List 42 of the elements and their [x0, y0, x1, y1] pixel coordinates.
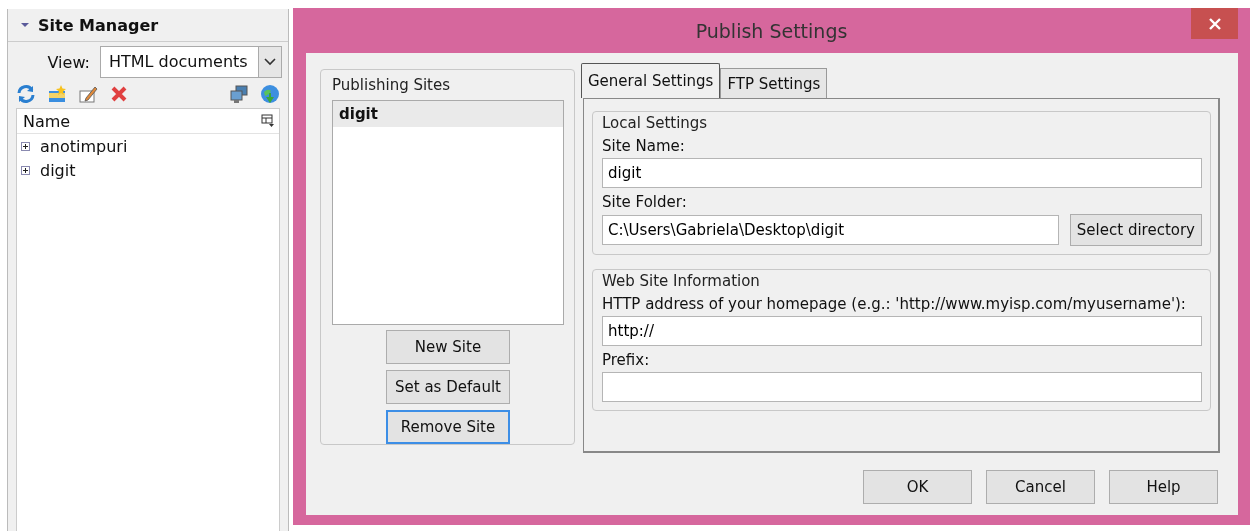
expand-box-icon[interactable] — [21, 141, 30, 151]
delete-icon[interactable] — [109, 84, 129, 104]
view-dropdown[interactable]: HTML documents — [100, 46, 282, 78]
column-header[interactable]: Name — [23, 111, 71, 131]
view-label: View: — [47, 52, 90, 72]
window-title: Publish Settings — [695, 19, 848, 42]
field-label: Site Folder: — [602, 193, 688, 211]
globe-icon[interactable] — [260, 84, 280, 104]
button[interactable]: Select directory — [1069, 214, 1202, 246]
button[interactable]: Set as Default — [386, 370, 510, 404]
button[interactable]: Cancel — [986, 470, 1095, 504]
field-label: Prefix: — [602, 351, 651, 369]
site-list[interactable]: digit — [332, 100, 564, 325]
panel-title: Site Manager — [38, 15, 159, 35]
input-field[interactable]: http:// — [602, 316, 1202, 346]
list-item[interactable]: digit — [333, 101, 563, 127]
refresh-icon[interactable] — [16, 84, 36, 104]
field-label: HTTP address of your homepage (e.g.: 'http://www.myisp.com/myusername'): — [602, 295, 1187, 313]
button[interactable]: Help — [1109, 470, 1218, 504]
new-folder-icon[interactable] — [47, 84, 67, 104]
tree-item[interactable]: anotimpuri — [40, 136, 128, 156]
group-title: Publishing Sites — [332, 76, 452, 94]
input-field[interactable]: digit — [602, 158, 1202, 188]
button[interactable]: OK — [863, 470, 972, 504]
tab[interactable]: General Settings — [581, 63, 721, 98]
tree-item[interactable]: digit — [40, 160, 76, 180]
column-chooser-icon[interactable] — [261, 114, 275, 128]
field-label: Site Name: — [602, 137, 686, 155]
chevron-down-icon[interactable] — [264, 58, 276, 66]
group-title: Local Settings — [602, 114, 709, 132]
button[interactable]: Remove Site — [386, 410, 510, 444]
close-icon[interactable] — [1207, 16, 1222, 31]
collapse-icon[interactable] — [20, 20, 30, 30]
monitors-icon[interactable] — [229, 84, 249, 104]
input-field[interactable] — [602, 372, 1202, 402]
input-field[interactable]: C:\Users\Gabriela\Desktop\digit — [602, 215, 1059, 245]
group-title: Web Site Information — [602, 272, 761, 290]
expand-box-icon[interactable] — [21, 165, 30, 175]
edit-icon[interactable] — [78, 84, 98, 104]
button[interactable]: New Site — [386, 330, 510, 364]
close-button[interactable] — [1191, 8, 1238, 39]
tab[interactable]: FTP Settings — [720, 68, 828, 98]
